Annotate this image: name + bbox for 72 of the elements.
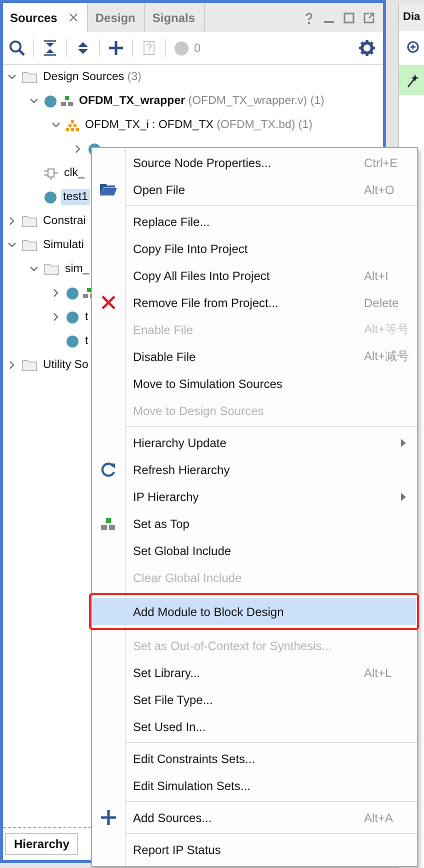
tree-item[interactable]: OFDM_TX_wrapper (OFDM_TX_wrapper.v) (1) <box>77 93 326 109</box>
tree-item[interactable]: Utility So <box>41 357 90 373</box>
tree-item[interactable]: clk_ <box>62 165 86 181</box>
help-icon[interactable] <box>303 12 315 24</box>
menu-item[interactable]: Move to Simulation Sources <box>92 370 417 397</box>
status-dot-icon <box>44 94 57 108</box>
panel-tab[interactable]: Sources <box>3 3 88 32</box>
shortcut-text: Alt+减号 <box>364 348 410 365</box>
tree-item[interactable]: sim_ <box>63 261 92 277</box>
tree-item[interactable]: t <box>83 333 90 349</box>
menu-item[interactable]: Set Used In... <box>92 713 417 740</box>
zoom-in-icon[interactable] <box>407 41 421 55</box>
shortcut-text: Alt+I <box>364 268 390 282</box>
menu-item[interactable]: Edit Constraints Sets... <box>92 745 417 772</box>
menu-item[interactable]: Set Library... Alt+L <box>92 659 417 686</box>
tree-item[interactable]: OFDM_TX_i : OFDM_TX (OFDM_TX.bd) (1) <box>83 117 314 133</box>
bottom-tab[interactable]: Hierarchy <box>5 833 78 855</box>
menu-item[interactable]: Set File Type... <box>92 686 417 713</box>
shortcut-text: Alt+O <box>364 182 396 196</box>
add-icon[interactable] <box>108 40 124 56</box>
folder-icon <box>22 359 37 371</box>
menu-item[interactable]: Copy File Into Project <box>92 235 417 262</box>
folder-icon <box>100 183 117 196</box>
menu-item[interactable]: Add Sources... Alt+A <box>92 804 417 831</box>
menu-item[interactable]: Refresh Hierarchy <box>92 456 417 483</box>
status-dot-icon <box>66 334 79 348</box>
folder-icon <box>44 263 59 275</box>
wand-icon[interactable] <box>407 74 419 88</box>
menu-item[interactable]: Hierarchy Update <box>92 429 417 456</box>
close-icon <box>101 295 116 310</box>
status-dot-icon <box>44 190 57 204</box>
tree-item[interactable]: t <box>83 309 90 325</box>
add-icon <box>101 810 116 825</box>
float-icon[interactable] <box>363 12 375 24</box>
status-dot-icon <box>174 40 189 56</box>
message-count: 0 <box>194 41 201 55</box>
shortcut-text: Delete <box>364 296 400 310</box>
hierarchy-icon <box>101 518 116 530</box>
collapse-all-icon[interactable] <box>42 40 58 56</box>
menu-item[interactable]: Remove File from Project... Delete <box>92 289 417 316</box>
shortcut-text: Ctrl+E <box>364 156 399 170</box>
menu-item[interactable]: Copy All Files Into Project Alt+I <box>92 262 417 289</box>
search-icon[interactable] <box>9 40 25 56</box>
tree-item[interactable]: Constrai <box>41 213 88 229</box>
menu-item[interactable]: Add Module to Block Design <box>92 598 416 625</box>
menu-item[interactable]: Set as Top <box>92 510 417 537</box>
port-icon <box>44 166 58 180</box>
menu-item[interactable]: Edit Simulation Sets... <box>92 772 417 799</box>
menu-item[interactable]: Source Node Properties... Ctrl+E <box>92 149 417 176</box>
folder-icon <box>22 215 37 227</box>
settings-icon[interactable] <box>359 40 375 56</box>
menu-item[interactable]: IP Hierarchy <box>92 483 417 510</box>
menu-item[interactable]: Report IP Status <box>92 836 417 863</box>
menu-item[interactable]: Open File Alt+O <box>92 176 417 203</box>
refresh-icon <box>101 462 116 477</box>
hierarchy-icon <box>61 96 73 106</box>
status-dot-icon <box>66 286 79 300</box>
tree-item[interactable]: Simulati <box>41 237 86 253</box>
menu-item[interactable]: Disable File Alt+减号 <box>92 343 417 370</box>
status-dot-icon <box>66 310 79 324</box>
folder-icon <box>22 239 37 251</box>
block-design-icon <box>66 120 79 130</box>
shortcut-text: Alt+L <box>364 666 393 680</box>
folder-icon <box>22 71 37 83</box>
menu-item[interactable]: Replace File... <box>92 208 417 235</box>
tree-item[interactable]: test1 <box>61 189 90 205</box>
shortcut-text: Alt+等号 <box>364 321 410 338</box>
maximize-icon[interactable] <box>343 12 355 24</box>
tree-item[interactable]: Design Sources (3) <box>41 69 144 85</box>
menu-item[interactable]: Set Global Include <box>92 537 417 564</box>
shortcut-text: Alt+A <box>364 810 394 824</box>
panel-tab[interactable]: Dia <box>399 3 424 31</box>
